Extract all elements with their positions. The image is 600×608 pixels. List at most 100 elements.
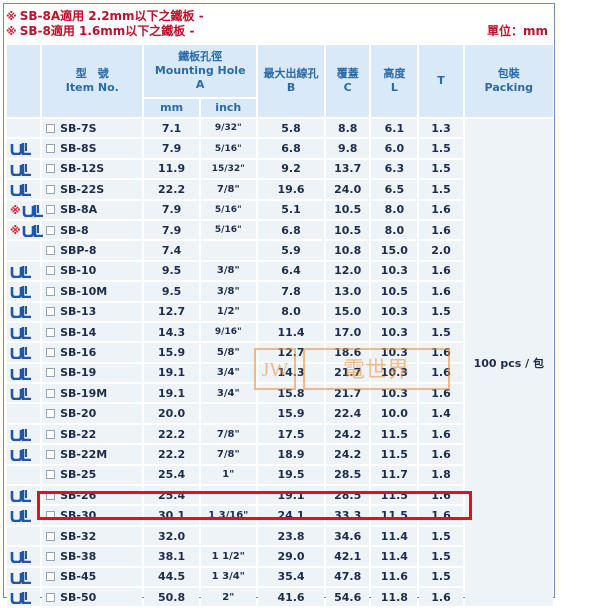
height-cell: 8.0 [371,200,418,219]
height-cell: 11.8 [371,587,418,607]
row-select-checkbox[interactable] [46,246,56,256]
height-cell: 10.3 [371,261,418,281]
note-text-2: SB-8適用 1.6mm以下之鐵板 - [19,24,195,38]
mm-cell: 7.9 [144,220,199,240]
t-cell: 1.6 [419,587,463,607]
cover-cell: 10.5 [326,200,370,219]
cert-cell [7,119,41,138]
cover-cell: 22.4 [326,404,370,423]
row-select-checkbox[interactable] [46,368,56,378]
height-cell: 6.5 [371,180,418,199]
cover-cell: 24.2 [326,424,370,444]
header-packing: 包裝 Packing [464,45,553,117]
row-select-checkbox[interactable] [46,409,56,419]
cert-cell: ※ [7,200,43,219]
cert-cell: ※ [7,220,43,240]
cert-cell [7,139,41,158]
t-cell: 1.5 [419,567,463,586]
t-cell: 1.5 [419,322,463,342]
row-select-checkbox[interactable] [46,205,56,215]
cert-cell [7,465,41,485]
item-cell: SB-26 [42,486,143,505]
item-number: SB-13 [60,305,97,319]
inch-cell: 7/8" [200,424,256,444]
max-hole-cell: 7.8 [257,282,325,301]
t-cell: 1.6 [419,445,463,464]
row-select-checkbox[interactable] [46,551,56,561]
item-cell: SB-13 [42,302,143,321]
spec-table: 型 號 Item No. 鐵板孔徑 Mounting Hole A 最大出線孔 … [5,43,555,608]
t-cell: 1.5 [419,139,463,158]
header-max-zh: 最大出線孔 [263,67,319,80]
item-number: SB-22S [60,182,105,196]
max-hole-cell: 8.0 [257,302,325,321]
row-select-checkbox[interactable] [46,123,56,133]
row-select-checkbox[interactable] [46,511,56,521]
header-item: 型 號 Item No. [42,45,143,117]
header-mounting-hole: 鐵板孔徑 Mounting Hole A [144,45,256,97]
cover-cell: 42.1 [326,547,370,566]
max-hole-cell: 18.9 [257,445,325,464]
max-hole-cell: 5.8 [257,119,325,138]
ul-certification-icon [10,591,32,605]
row-select-checkbox[interactable] [46,266,56,276]
row-select-checkbox[interactable] [46,307,56,317]
row-select-checkbox[interactable] [46,327,56,337]
height-cell: 11.6 [371,567,418,586]
row-select-checkbox[interactable] [46,429,56,439]
inch-cell: 3/8" [200,282,256,301]
height-cell: 10.3 [371,363,418,383]
max-hole-cell: 5.1 [257,200,325,219]
mm-cell: 32.0 [144,526,199,546]
ul-certification-icon [10,142,32,156]
row-select-checkbox[interactable] [46,470,56,480]
inch-cell: 1" [200,465,256,485]
mm-cell: 50.8 [144,587,199,607]
row-select-checkbox[interactable] [46,286,56,296]
cover-cell: 8.8 [326,119,370,138]
row-select-checkbox[interactable] [46,449,56,459]
max-hole-cell: 29.0 [257,547,325,566]
row-select-checkbox[interactable] [46,388,56,398]
header-max-hole: 最大出線孔 B [257,45,325,117]
mm-cell: 20.0 [144,404,199,423]
mm-cell: 9.5 [144,282,199,301]
item-cell: SB-32 [42,526,143,546]
t-cell: 1.5 [419,159,463,179]
row-select-checkbox[interactable] [46,572,56,582]
row-select-checkbox[interactable] [46,592,56,602]
item-cell: SB-50 [42,587,143,607]
t-cell: 1.5 [419,526,463,546]
t-cell: 1.6 [419,424,463,444]
row-select-checkbox[interactable] [46,164,56,174]
row-select-checkbox[interactable] [46,144,56,154]
item-cell: SB-22S [42,180,143,199]
inch-cell: 7/8" [200,180,256,199]
item-cell: SB-10 [42,261,143,281]
ul-certification-icon [22,204,44,217]
mm-cell: 22.2 [144,445,199,464]
row-select-checkbox[interactable] [46,531,56,541]
height-cell: 11.4 [371,547,418,566]
ul-certification-icon [10,448,32,462]
row-select-checkbox[interactable] [46,490,56,500]
row-select-checkbox[interactable] [46,347,56,357]
cover-cell: 13.7 [326,159,370,179]
max-hole-cell: 12.7 [257,343,325,362]
mm-cell: 44.5 [144,567,199,586]
mm-cell: 7.9 [144,139,199,158]
cover-cell: 54.6 [326,587,370,607]
cover-cell: 28.5 [326,465,370,485]
cover-cell: 15.0 [326,302,370,321]
item-number: SB-19 [60,366,97,380]
max-hole-cell: 41.6 [257,587,325,607]
cover-cell: 10.8 [326,241,370,260]
header-item-en: Item No. [65,81,119,94]
ul-certification-icon [22,224,44,238]
mm-cell: 22.2 [144,424,199,444]
t-cell: 1.5 [419,547,463,566]
cover-cell: 21.7 [326,384,370,403]
row-select-checkbox[interactable] [46,225,56,235]
cover-cell: 17.0 [326,322,370,342]
row-select-checkbox[interactable] [46,184,56,194]
